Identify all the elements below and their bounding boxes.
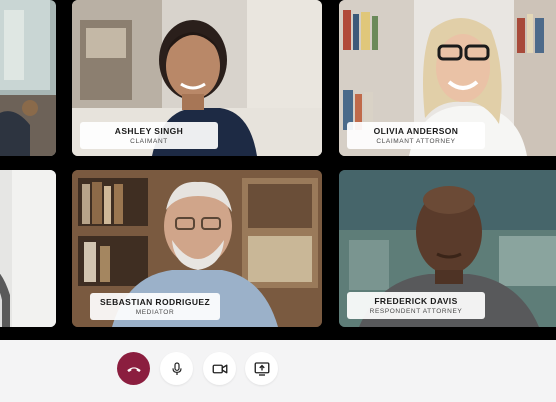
- video-grid: ASHLEY SINGH CLAIMANT OLIVIA ANDERSON CL…: [0, 0, 556, 340]
- microphone-icon: [171, 361, 182, 375]
- share-screen-icon: [254, 361, 269, 376]
- participant-role: MEDIATOR: [135, 309, 175, 316]
- participant-name: FREDERICK DAVIS: [374, 296, 458, 306]
- video-camera-icon: [212, 364, 227, 373]
- nameplate: ASHLEY SINGH CLAIMANT: [80, 122, 218, 149]
- participant-name: SEBASTIAN RODRIGUEZ: [99, 297, 211, 307]
- call-controls-toolbar: [0, 340, 556, 402]
- share-screen-button[interactable]: [245, 352, 278, 385]
- video-feed: [0, 170, 56, 327]
- video-tile-olivia-anderson[interactable]: OLIVIA ANDERSON CLAIMANT ATTORNEY: [339, 0, 556, 156]
- participant-role: RESPONDENT ATTORNEY: [369, 308, 463, 315]
- video-feed: [0, 0, 56, 156]
- participant-role: CLAIMANT ATTORNEY: [376, 138, 456, 145]
- video-tile-frederick-davis[interactable]: FREDERICK DAVIS RESPONDENT ATTORNEY: [339, 170, 556, 327]
- video-tile-ashley-singh[interactable]: ASHLEY SINGH CLAIMANT: [72, 0, 322, 156]
- video-tile-sebastian-rodriguez[interactable]: SEBASTIAN RODRIGUEZ MEDIATOR: [72, 170, 322, 327]
- nameplate: FREDERICK DAVIS RESPONDENT ATTORNEY: [347, 292, 485, 319]
- participant-name: ASHLEY SINGH: [114, 126, 184, 136]
- participant-name: OLIVIA ANDERSON: [373, 126, 459, 136]
- nameplate: SEBASTIAN RODRIGUEZ MEDIATOR: [90, 293, 220, 320]
- video-tile-partial-bottom-left: [0, 170, 56, 327]
- video-tile-partial-top-left: [0, 0, 56, 156]
- nameplate: OLIVIA ANDERSON CLAIMANT ATTORNEY: [347, 122, 485, 149]
- microphone-button[interactable]: [160, 352, 193, 385]
- participant-role: CLAIMANT: [130, 138, 168, 145]
- camera-button[interactable]: [203, 352, 236, 385]
- phone-hangup-icon: [126, 366, 141, 372]
- end-call-button[interactable]: [117, 352, 150, 385]
